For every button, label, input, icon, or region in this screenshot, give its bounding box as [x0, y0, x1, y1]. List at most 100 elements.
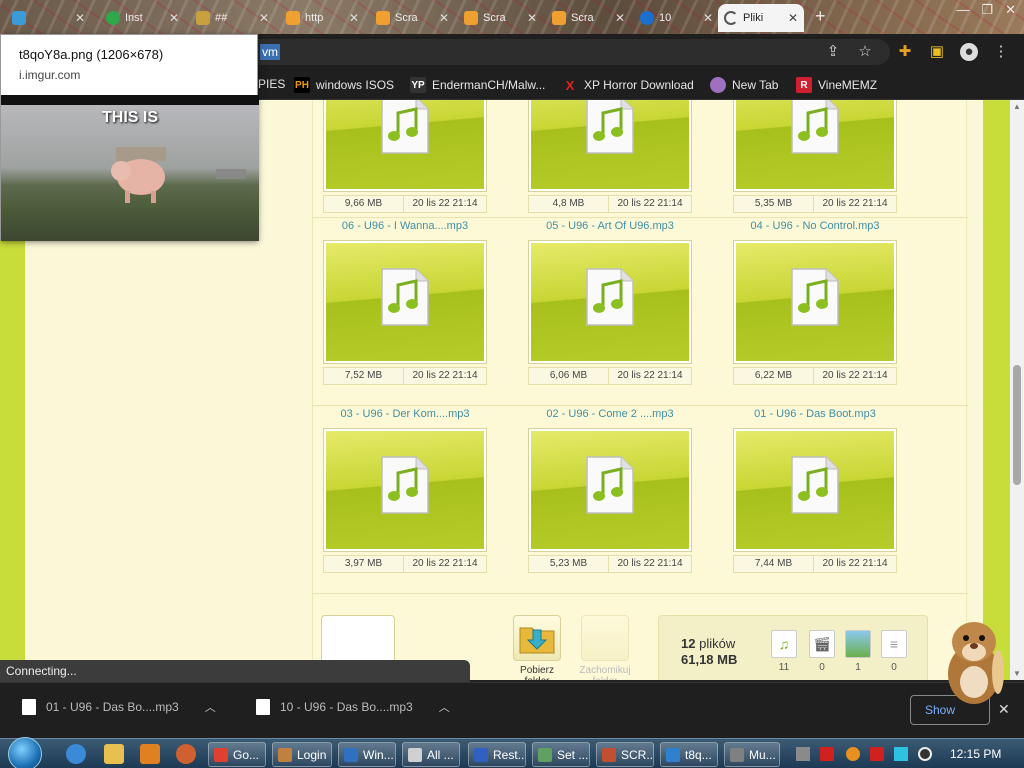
download-folder-button[interactable]: Pobierz folder: [509, 615, 565, 680]
scroll-up-icon[interactable]: ▲: [1013, 102, 1021, 111]
bookmark-star-icon[interactable]: ☆: [856, 43, 874, 61]
extensions-puzzle-icon[interactable]: ✚: [896, 43, 914, 61]
menu-kebab-icon[interactable]: ⋮: [992, 43, 1010, 61]
taskbar-button[interactable]: Rest...: [468, 742, 526, 767]
file-name-link[interactable]: 03 - U96 - Der Kom....mp3: [323, 408, 487, 424]
file-card[interactable]: 01 - U96 - Das Boot.mp3 7,44 MB 20 lis 22 …: [733, 408, 897, 573]
tab-title: Scra: [571, 12, 594, 24]
file-thumbnail[interactable]: [733, 428, 897, 552]
new-tab-icon[interactable]: +: [815, 6, 826, 27]
file-thumbnail[interactable]: [733, 240, 897, 364]
download-item[interactable]: 10 - U96 - Das Bo....mp3 ︿: [256, 699, 450, 715]
file-name-link[interactable]: 06 - U96 - I Wanna....mp3: [323, 220, 487, 236]
tray-volume-icon[interactable]: [918, 747, 932, 761]
close-tab-icon[interactable]: ✕: [703, 11, 713, 25]
taskbar-clock[interactable]: 12:15 PM: [950, 747, 1001, 761]
start-button[interactable]: [8, 737, 42, 768]
file-card[interactable]: 06 - U96 - I Wanna....mp3 7,52 MB 20 lis 2…: [323, 220, 487, 385]
tray-v-icon[interactable]: [820, 747, 834, 761]
media-player-icon[interactable]: [140, 744, 160, 764]
scrollbar-thumb[interactable]: [1013, 365, 1021, 485]
scroll-down-icon[interactable]: ▼: [1013, 669, 1021, 678]
save-folder-label: Zachomikuj folder: [579, 665, 631, 680]
file-name-link[interactable]: 04 - U96 - No Control.mp3: [733, 220, 897, 236]
bookmark-item[interactable]: PH windows ISOS: [294, 77, 394, 93]
close-tab-icon[interactable]: ✕: [169, 11, 179, 25]
browser-tab[interactable]: http ✕: [280, 4, 365, 32]
share-icon[interactable]: ⇪: [824, 43, 842, 61]
taskbar-button[interactable]: All ...: [402, 742, 460, 767]
bookmark-item[interactable]: New Tab: [710, 77, 778, 93]
image-stat[interactable]: 1: [845, 630, 871, 673]
taskbar-button[interactable]: Login: [272, 742, 332, 767]
close-tab-icon[interactable]: ✕: [75, 11, 85, 25]
taskbar-label: Rest...: [493, 747, 526, 762]
tray-app-icon[interactable]: [796, 747, 810, 761]
close-tab-icon[interactable]: ✕: [615, 11, 625, 25]
taskbar-button[interactable]: t8q...: [660, 742, 718, 767]
browser-tab[interactable]: Scra ✕: [458, 4, 543, 32]
bookmark-item[interactable]: X XP Horror Download: [562, 77, 694, 93]
browser-tab[interactable]: 10 ✕: [634, 4, 719, 32]
file-explorer-icon[interactable]: [104, 744, 124, 764]
file-card[interactable]: 05 - U96 - Art Of U96.mp3 6,06 MB 20 lis 2…: [528, 220, 692, 385]
internet-explorer-icon[interactable]: [66, 744, 86, 764]
close-tab-icon[interactable]: ✕: [349, 11, 359, 25]
file-name-link[interactable]: 01 - U96 - Das Boot.mp3: [733, 408, 897, 424]
download-item[interactable]: 01 - U96 - Das Bo....mp3 ︿: [22, 699, 216, 715]
minimize-icon[interactable]: —: [956, 2, 969, 18]
file-card[interactable]: 9,66 MB 20 lis 22 21:14: [323, 100, 487, 213]
browser-tab[interactable]: Scra ✕: [370, 4, 455, 32]
preview-url: i.imgur.com: [19, 68, 81, 82]
file-thumbnail[interactable]: [323, 100, 487, 192]
file-card[interactable]: 02 - U96 - Come 2 ....mp3 5,23 MB 20 lis 2…: [528, 408, 692, 573]
side-panel-icon[interactable]: ▣: [928, 43, 946, 61]
browser-tab[interactable]: ✕: [6, 4, 91, 32]
chevron-up-icon[interactable]: ︿: [205, 699, 216, 715]
save-folder-button[interactable]: Zachomikuj folder: [575, 615, 635, 680]
audio-stat[interactable]: ♫ 11: [771, 630, 797, 673]
file-thumbnail[interactable]: [528, 100, 692, 192]
file-thumbnail[interactable]: [733, 100, 897, 192]
bookmark-item[interactable]: YP EndermanCH/Malw...: [410, 77, 545, 93]
file-thumbnail[interactable]: [528, 240, 692, 364]
document-stat[interactable]: ≡ 0: [881, 630, 907, 673]
taskbar-button[interactable]: Set ...: [532, 742, 590, 767]
file-card[interactable]: 03 - U96 - Der Kom....mp3 3,97 MB 20 lis 2…: [323, 408, 487, 573]
bookmark-item[interactable]: PIES: [258, 77, 285, 91]
maximize-icon[interactable]: ❐: [981, 2, 993, 18]
browser-tab[interactable]: Scra ✕: [546, 4, 631, 32]
tray-search-icon[interactable]: [846, 747, 860, 761]
close-tab-icon[interactable]: ✕: [527, 11, 537, 25]
file-meta: 9,66 MB 20 lis 22 21:14: [323, 195, 487, 213]
file-card[interactable]: 5,35 MB 20 lis 22 21:14: [733, 100, 897, 213]
music-file-icon: [586, 268, 634, 326]
close-tab-icon[interactable]: ✕: [439, 11, 449, 25]
file-name-link[interactable]: 02 - U96 - Come 2 ....mp3: [528, 408, 692, 424]
chevron-up-icon[interactable]: ︿: [439, 699, 450, 715]
file-card[interactable]: 4,8 MB 20 lis 22 21:14: [528, 100, 692, 213]
taskbar-button[interactable]: SCR...: [596, 742, 654, 767]
bookmark-item[interactable]: R VineMEMZ: [796, 77, 877, 93]
browser-tab[interactable]: ## ✕: [190, 4, 275, 32]
file-size: 5,23 MB: [529, 556, 609, 572]
close-tab-icon[interactable]: ✕: [259, 11, 269, 25]
file-card[interactable]: 04 - U96 - No Control.mp3 6,22 MB 20 lis 2…: [733, 220, 897, 385]
profile-avatar-icon[interactable]: ●: [960, 43, 978, 61]
file-name-link[interactable]: 05 - U96 - Art Of U96.mp3: [528, 220, 692, 236]
browser-tab-active[interactable]: Pliki ✕: [718, 4, 804, 32]
file-thumbnail[interactable]: [528, 428, 692, 552]
taskbar-button[interactable]: Go...: [208, 742, 266, 767]
file-thumbnail[interactable]: [323, 428, 487, 552]
app-icon[interactable]: [176, 744, 196, 764]
tray-flag-icon[interactable]: [870, 747, 884, 761]
taskbar-button[interactable]: Win...: [338, 742, 396, 767]
close-tab-icon[interactable]: ✕: [788, 11, 798, 25]
tray-network-icon[interactable]: [894, 747, 908, 761]
taskbar-button[interactable]: Mu...: [724, 742, 780, 767]
browser-tab[interactable]: Inst ✕: [100, 4, 185, 32]
video-stat[interactable]: 🎬︎ 0: [809, 630, 835, 673]
file-thumbnail[interactable]: [323, 240, 487, 364]
page-scrollbar[interactable]: ▲ ▼: [1010, 100, 1024, 680]
close-window-icon[interactable]: ✕: [1005, 2, 1016, 18]
